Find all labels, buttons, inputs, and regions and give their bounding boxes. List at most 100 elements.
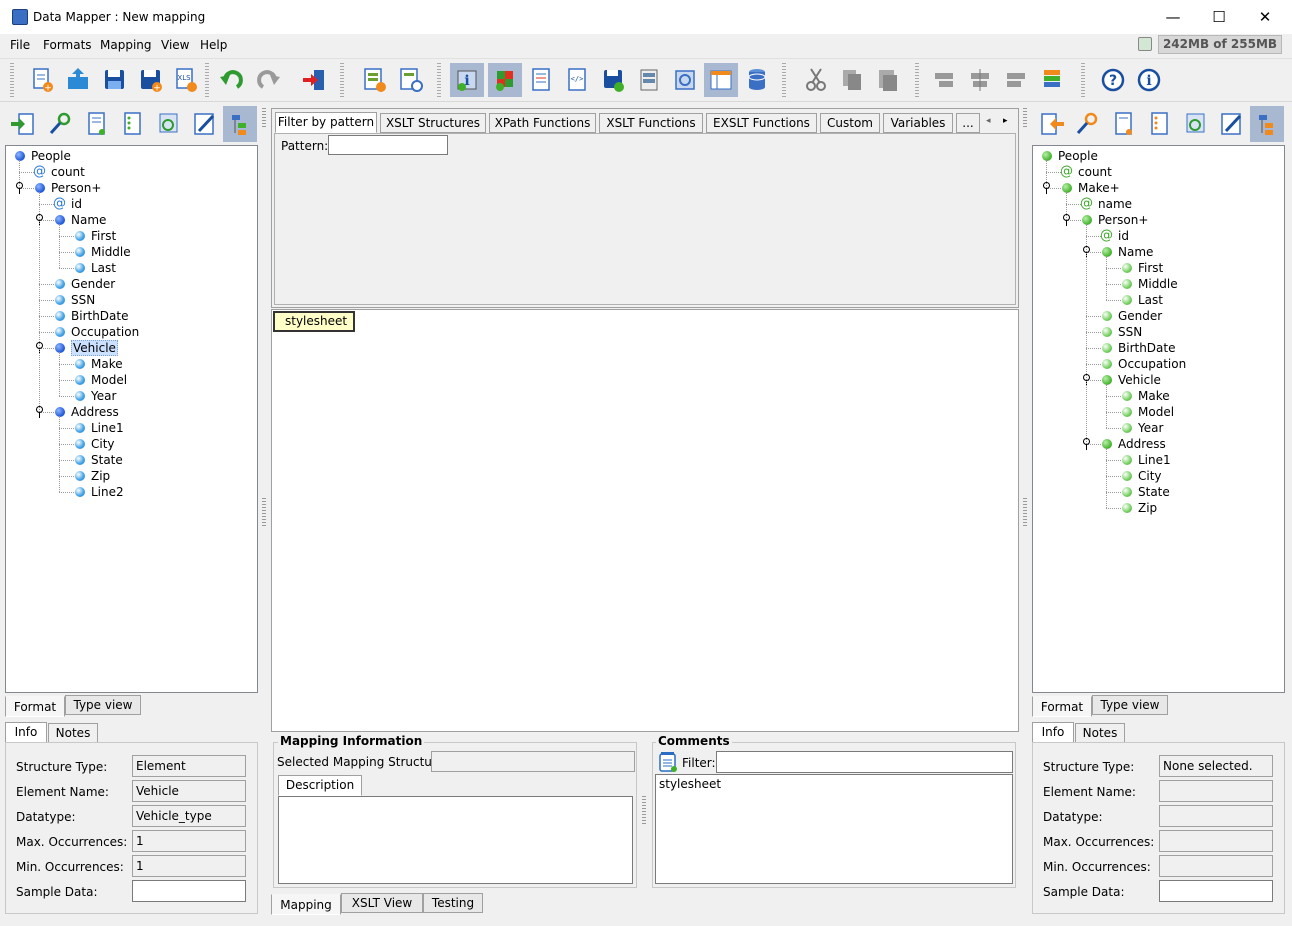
tree-node-label[interactable]: Middle (1138, 276, 1178, 292)
tree-node-label[interactable]: Vehicle (1118, 372, 1161, 388)
tab-xslt-structures[interactable]: XSLT Structures (380, 113, 486, 133)
tree-node[interactable]: @ name (1033, 196, 1284, 212)
layers-button[interactable] (1035, 63, 1069, 97)
source-edit-button[interactable] (187, 106, 221, 142)
tree-node-label[interactable]: Gender (71, 276, 115, 292)
tree-node-label[interactable]: count (51, 164, 85, 180)
menu-help[interactable]: Help (200, 38, 227, 52)
tree-node[interactable]: Line1 (6, 420, 257, 436)
tree-node[interactable]: Model (1033, 404, 1284, 420)
tree-node-label[interactable]: Name (71, 212, 106, 228)
move-right-button[interactable] (999, 63, 1033, 97)
open-button[interactable] (61, 63, 95, 97)
save-as-button[interactable]: + (133, 63, 167, 97)
new-mapping-button[interactable]: + (25, 63, 59, 97)
tab-xslt-functions[interactable]: XSLT Functions (599, 113, 703, 133)
tree-node[interactable]: Name (1033, 244, 1284, 260)
move-center-button[interactable] (963, 63, 997, 97)
source-list-button[interactable] (115, 106, 149, 142)
copy-button[interactable] (835, 63, 869, 97)
tab-scroll-left-icon[interactable]: ◂ (986, 116, 991, 126)
minimize-button[interactable]: — (1150, 0, 1196, 34)
table-button[interactable] (704, 63, 738, 97)
tree-node-label[interactable]: State (91, 452, 123, 468)
tree-node[interactable]: @ count (1033, 164, 1284, 180)
tree-node-label[interactable]: Vehicle (71, 340, 118, 356)
source-document-button[interactable] (79, 106, 113, 142)
tree-node-label[interactable]: Person+ (1098, 212, 1148, 228)
tree-node-label[interactable]: Occupation (71, 324, 139, 340)
tab-info-right[interactable]: Info (1032, 722, 1074, 743)
tree-node-label[interactable]: City (91, 436, 115, 452)
tree-node-label[interactable]: Middle (91, 244, 131, 260)
tree-node-label[interactable]: count (1078, 164, 1112, 180)
tree-node[interactable]: State (6, 452, 257, 468)
tab-testing[interactable]: Testing (423, 893, 483, 913)
tree-node-label[interactable]: People (31, 148, 71, 164)
tree-node[interactable]: People (1033, 148, 1284, 164)
tree-node-label[interactable]: Last (91, 260, 116, 276)
tree-node[interactable]: Model (6, 372, 257, 388)
tree-node-label[interactable]: State (1138, 484, 1170, 500)
add-source-button[interactable] (357, 63, 391, 97)
tab-mapping[interactable]: Mapping (271, 894, 341, 915)
export-xls-button[interactable]: XLS (169, 63, 203, 97)
stack-button[interactable] (632, 63, 666, 97)
tree-node-label[interactable]: Last (1138, 292, 1163, 308)
tab-variables[interactable]: Variables (883, 113, 953, 133)
tree-node-label[interactable]: Year (91, 388, 116, 404)
info-button[interactable]: i (450, 63, 484, 97)
tab-info[interactable]: Info (5, 722, 47, 743)
tree-node-label[interactable]: Year (1138, 420, 1163, 436)
tree-node-label[interactable]: Address (71, 404, 119, 420)
undo-button[interactable] (215, 63, 249, 97)
tree-node-label[interactable]: Zip (91, 468, 110, 484)
right-splitter[interactable] (1023, 498, 1027, 528)
tree-node[interactable]: Line1 (1033, 452, 1284, 468)
tree-node[interactable]: SSN (6, 292, 257, 308)
close-button[interactable]: ✕ (1242, 0, 1288, 34)
garbage-collect-icon[interactable] (1138, 37, 1152, 51)
menu-file[interactable]: File (10, 38, 30, 52)
tree-node-label[interactable]: First (91, 228, 116, 244)
tree-node[interactable]: Make (1033, 388, 1284, 404)
help-button[interactable]: ? (1096, 63, 1130, 97)
tree-node[interactable]: Name (6, 212, 257, 228)
generate-button[interactable] (393, 63, 427, 97)
tree-node[interactable]: Address (1033, 436, 1284, 452)
tree-node-label[interactable]: SSN (71, 292, 95, 308)
tree-node[interactable]: @ count (6, 164, 257, 180)
tree-node-label[interactable]: City (1138, 468, 1162, 484)
tree-node[interactable]: Occupation (1033, 356, 1284, 372)
mapping-canvas[interactable] (271, 309, 1019, 732)
config-button[interactable] (668, 63, 702, 97)
toolbar-grip[interactable] (782, 63, 786, 97)
tree-node-label[interactable]: Model (91, 372, 127, 388)
tree-node[interactable]: @ id (6, 196, 257, 212)
tree-node[interactable]: First (1033, 260, 1284, 276)
tree-node[interactable]: Year (6, 388, 257, 404)
maximize-button[interactable]: ☐ (1196, 0, 1242, 34)
target-map-out-button[interactable] (1034, 106, 1068, 142)
collapse-right-handle[interactable] (1023, 108, 1027, 128)
tree-node-label[interactable]: Person+ (51, 180, 101, 196)
tree-node[interactable]: Vehicle (1033, 372, 1284, 388)
source-preview-button[interactable] (151, 106, 185, 142)
tree-node[interactable]: Line2 (6, 484, 257, 500)
tree-node-label[interactable]: Occupation (1118, 356, 1186, 372)
tab-xslt-view[interactable]: XSLT View (341, 893, 423, 913)
toolbar-grip[interactable] (437, 63, 441, 97)
comments-list[interactable]: stylesheet (655, 774, 1013, 884)
source-tree-view-button[interactable] (223, 106, 257, 142)
tree-node-label[interactable]: Make (1138, 388, 1170, 404)
stylesheet-node[interactable]: stylesheet (273, 311, 355, 332)
target-tree-view-orange-button[interactable] (1250, 106, 1284, 142)
tree-node-label[interactable]: Address (1118, 436, 1166, 452)
tree-node[interactable]: Occupation (6, 324, 257, 340)
tree-node[interactable]: Person+ (1033, 212, 1284, 228)
cut-button[interactable] (799, 63, 833, 97)
save-disk-button[interactable] (596, 63, 630, 97)
tree-node[interactable]: Zip (1033, 500, 1284, 516)
save-button[interactable] (97, 63, 131, 97)
tree-node[interactable]: First (6, 228, 257, 244)
